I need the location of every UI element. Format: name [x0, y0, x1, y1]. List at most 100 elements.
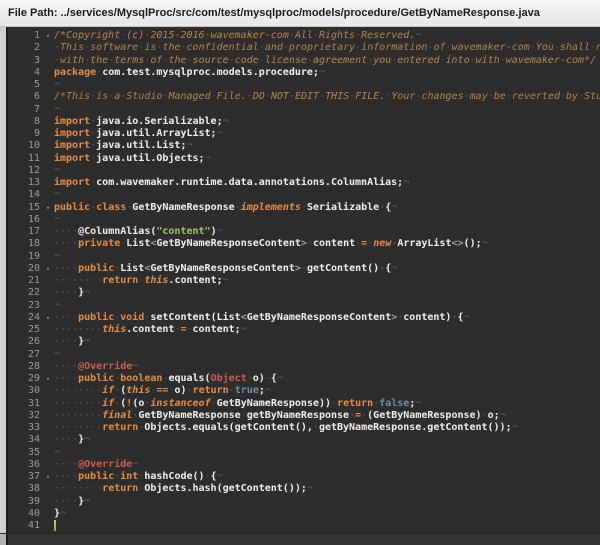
code-text[interactable]: ¬ [54, 300, 600, 312]
code-text[interactable]: ····private·List<GetByNameResponseConten… [54, 238, 600, 250]
code-token: <> [452, 238, 464, 249]
whitespace-dots: ···· [54, 496, 78, 507]
whitespace-dots: · [211, 398, 217, 409]
line-number: 27 [8, 349, 42, 361]
eol-marker: ¬ [60, 508, 66, 519]
code-text[interactable]: /*Copyright·(c)·2015-2016·wavemaker-com·… [54, 30, 600, 42]
code-text[interactable]: ¬ [54, 214, 600, 226]
code-text[interactable]: ····public·void·setContent(List<GetByNam… [54, 312, 600, 324]
whitespace-dots: · [349, 91, 355, 102]
code-token: (); [464, 238, 482, 249]
code-text[interactable]: ¬ [54, 189, 600, 201]
fold-arrow-icon[interactable]: ▾ [42, 263, 54, 275]
eol-marker: ¬ [84, 287, 90, 298]
code-line: 18····private·List<GetByNameResponseCont… [8, 238, 600, 250]
line-number: 19 [8, 251, 42, 263]
line-number: 33 [8, 422, 42, 434]
code-text[interactable]: ¬ [54, 251, 600, 263]
code-text[interactable]: package·com.test.mysqlproc.models.proced… [54, 67, 600, 79]
whitespace-dots: · [90, 177, 96, 188]
code-text[interactable]: ····}¬ [54, 287, 600, 299]
code-token: ·o)· [168, 385, 192, 396]
bottom-left-corner [0, 534, 8, 545]
code-token: this [126, 385, 150, 396]
code-text[interactable]: ¬ [54, 79, 600, 91]
code-token: new [373, 238, 391, 249]
code-token: ········ [54, 275, 102, 286]
whitespace-dots: ···· [54, 287, 78, 298]
eol-marker: ¬ [217, 471, 223, 482]
code-token: ····@ColumnAlias( [54, 226, 156, 237]
code-text[interactable]: ····@Override¬ [54, 459, 600, 471]
code-text[interactable]: ····}¬ [54, 336, 600, 348]
code-line: 21········return·this.content;¬ [8, 275, 600, 287]
whitespace-dots: · [307, 55, 313, 66]
whitespace-dots: ···· [54, 373, 78, 384]
line-number: 15 [8, 202, 42, 214]
code-text[interactable]: ········final·GetByNameResponse·getByNam… [54, 410, 600, 422]
code-text[interactable]: import·com.wavemaker.runtime.data.annota… [54, 177, 600, 189]
code-token: GetByNameResponseContent [247, 312, 392, 323]
code-text[interactable]: ·This·software·is·the·confidential·and·p… [54, 42, 600, 54]
code-text[interactable]: public·class·GetByNameResponse·implement… [54, 202, 600, 214]
code-text[interactable]: /*This·is·a·Studio·Managed·File.·DO·NOT·… [54, 91, 600, 103]
fold-arrow-icon[interactable]: ▾ [42, 202, 54, 214]
line-number: 4 [8, 67, 42, 79]
code-text[interactable]: ····public·int·hashCode()·{¬ [54, 471, 600, 483]
code-token: ····} [54, 434, 84, 445]
eol-marker: ¬ [54, 104, 60, 115]
code-line: 20▾····public·List<GetByNameResponseCont… [8, 263, 600, 275]
code-text[interactable]: import·java.util.Objects;¬ [54, 153, 600, 165]
fold-arrow-icon[interactable]: ▾ [42, 373, 54, 385]
fold-gutter [42, 275, 54, 287]
code-text[interactable]: ¬ [54, 104, 600, 116]
line-number: 36 [8, 459, 42, 471]
fold-arrow-icon[interactable]: ▾ [42, 471, 54, 483]
fold-gutter [42, 483, 54, 495]
code-token: package [54, 67, 96, 78]
whitespace-dots: · [578, 91, 584, 102]
eol-marker: ¬ [84, 496, 90, 507]
code-token: ·content; [187, 324, 241, 335]
code-text[interactable]: ········if·(!(o·instanceof·GetByNameResp… [54, 398, 600, 410]
whitespace-dots: · [355, 42, 361, 53]
code-text[interactable]: ········return·Objects.equals(getContent… [54, 422, 600, 434]
code-text[interactable]: ·with·the·terms·of·the·source·code·licen… [54, 55, 600, 67]
fold-gutter [42, 67, 54, 79]
code-text[interactable]: ········this.content·=·content;¬ [54, 324, 600, 336]
whitespace-dots: · [132, 410, 138, 421]
code-text[interactable]: ········return·this.content;¬ [54, 275, 600, 287]
code-text[interactable] [54, 520, 600, 532]
fold-gutter [42, 434, 54, 446]
code-line: 8import·java.io.Serializable;¬ [8, 116, 600, 128]
code-text[interactable]: ····@ColumnAlias("content")¬ [54, 226, 600, 238]
whitespace-dots: · [54, 55, 60, 66]
code-token: instanceof [150, 398, 210, 409]
code-text[interactable]: ····public·boolean·equals(Object·o)·{¬ [54, 373, 600, 385]
code-text[interactable]: ¬ [54, 349, 600, 361]
code-text[interactable]: import·java.util.ArrayList;¬ [54, 128, 600, 140]
code-text[interactable]: ¬ [54, 165, 600, 177]
code-editor[interactable]: 1▾/*Copyright·(c)·2015-2016·wavemaker-co… [8, 27, 600, 533]
code-line: 27 ¬ [8, 349, 600, 361]
code-line: 36 ····@Override¬ [8, 459, 600, 471]
line-number: 7 [8, 104, 42, 116]
code-text[interactable]: ········if·(this·==·o)·return·true;¬ [54, 385, 600, 397]
code-text[interactable]: ····}¬ [54, 496, 600, 508]
code-text[interactable]: ····@Override¬ [54, 361, 600, 373]
code-token: ········ [54, 385, 102, 396]
fold-gutter [42, 79, 54, 91]
fold-arrow-icon[interactable]: ▾ [42, 312, 54, 324]
code-text[interactable]: ¬ [54, 447, 600, 459]
code-text[interactable]: import·java.util.List;¬ [54, 140, 600, 152]
fold-arrow-icon[interactable]: ▾ [42, 30, 54, 42]
code-text[interactable]: ····public·List<GetByNameResponseContent… [54, 263, 600, 275]
code-text[interactable]: }¬ [54, 508, 600, 520]
fold-gutter [42, 153, 54, 165]
whitespace-dots: · [90, 128, 96, 139]
code-text[interactable]: ········return·Objects.hash(getContent()… [54, 483, 600, 495]
code-text[interactable]: ····}¬ [54, 434, 600, 446]
code-token: == [156, 385, 168, 396]
code-line: 33 ········return·Objects.equals(getConte… [8, 422, 600, 434]
code-text[interactable]: import·java.io.Serializable;¬ [54, 116, 600, 128]
